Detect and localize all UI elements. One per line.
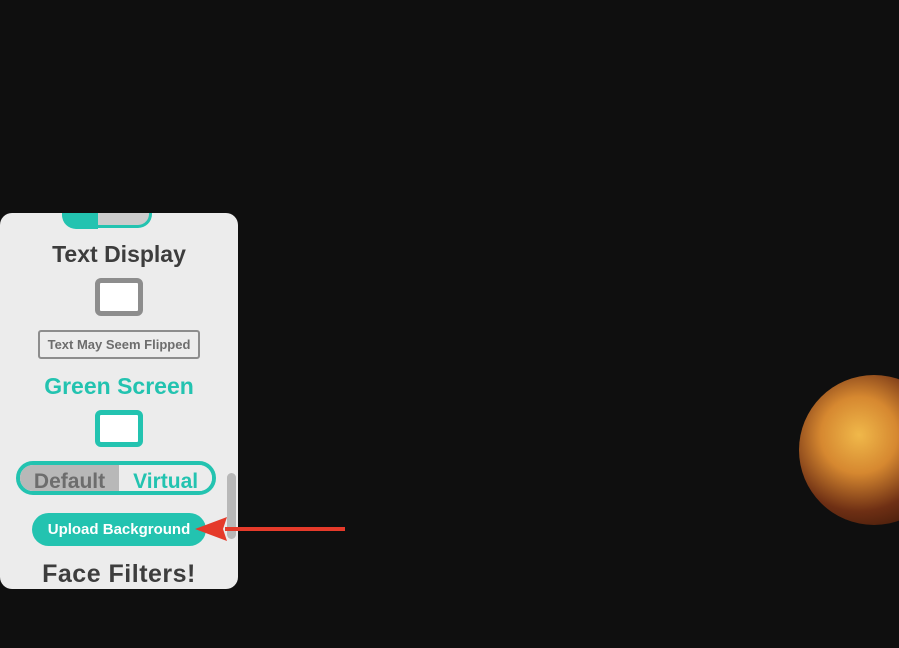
green-screen-checkbox[interactable]	[95, 410, 143, 448]
avatar[interactable]	[799, 375, 899, 525]
partial-toggle-half	[62, 213, 98, 229]
text-display-title: Text Display	[52, 241, 186, 268]
text-flipped-note: Text May Seem Flipped	[38, 330, 201, 359]
face-filters-title: Face Filters!	[42, 560, 196, 589]
toggle-virtual-button[interactable]: Virtual	[119, 465, 212, 491]
toggle-default-button[interactable]: Default	[20, 465, 119, 491]
green-screen-toggle: Default Virtual	[16, 461, 216, 495]
upload-background-button[interactable]: Upload Background	[32, 513, 207, 546]
green-screen-title: Green Screen	[44, 373, 194, 400]
partial-toggle-top	[62, 213, 152, 228]
text-display-checkbox[interactable]	[95, 278, 143, 316]
scrollbar-thumb[interactable]	[227, 473, 236, 539]
settings-panel: Text Display Text May Seem Flipped Green…	[0, 213, 238, 589]
